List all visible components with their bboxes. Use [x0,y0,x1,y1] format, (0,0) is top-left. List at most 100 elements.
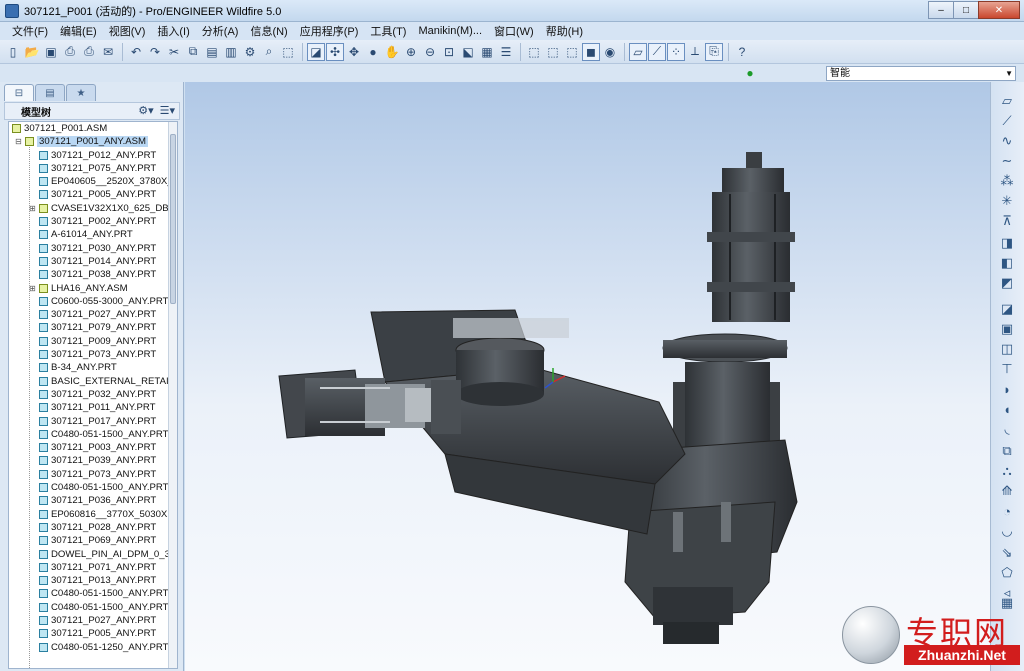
graphics-window[interactable] [185,82,990,671]
spin-center-icon[interactable]: ✣ [326,42,344,61]
draft-icon[interactable]: ◪ [996,300,1018,318]
tree-scrollbar[interactable] [168,122,177,668]
datum-axes-icon[interactable]: ⟋ [648,42,666,61]
tree-item[interactable]: 307121_P027_ANY.PRT [9,308,177,321]
expand-toggle-icon[interactable]: ⊟ [15,135,22,148]
extend-icon[interactable]: ◟ [996,420,1018,438]
zoom-in-icon[interactable]: ⊕ [402,43,420,61]
tree-item[interactable]: 307121_P030_ANY.PRT [9,242,177,255]
tree-item[interactable]: 307121_P003_ANY.PRT [9,441,177,454]
hole-icon[interactable]: ◨ [996,234,1018,252]
tree-item[interactable]: C0480-051-1500_ANY.PRT [9,587,177,600]
tree-item[interactable]: A-61014_ANY.PRT [9,228,177,241]
tab-favorites[interactable]: ★ [66,84,96,101]
tree-item[interactable]: 307121_P075_ANY.PRT [9,162,177,175]
menu-item[interactable]: 帮助(H) [540,23,589,39]
enhanced-realism-icon[interactable]: ◉ [601,43,619,61]
tree-item[interactable]: 307121_P028_ANY.PRT [9,521,177,534]
datum-planes-icon[interactable]: ▱ [629,42,647,61]
tree-item[interactable]: ⊟ 307121_P001_ANY.ASM [9,135,177,148]
merge-surface-icon[interactable]: ⇘ [996,544,1018,562]
tree-item[interactable]: 307121_P039_ANY.PRT [9,454,177,467]
paste-special-icon[interactable]: ▥ [222,43,240,61]
thicken-icon[interactable]: ⟰ [996,482,1018,500]
tree-item[interactable]: 307121_P069_ANY.PRT [9,534,177,547]
tree-item[interactable]: C0480-051-1500_ANY.PRT [9,601,177,614]
whats-this-icon[interactable]: ? [733,43,751,61]
save-icon[interactable]: ▣ [42,43,60,61]
no-hidden-icon[interactable]: ⬚ [563,43,581,61]
round-icon[interactable]: ◧ [996,254,1018,272]
wrap-icon[interactable]: ◡ [996,522,1018,540]
tree-item[interactable]: 307121_P038_ANY.PRT [9,268,177,281]
analysis-icon[interactable]: ⊼ [996,212,1018,230]
repaint-icon[interactable]: ◪ [307,42,325,61]
tree-item[interactable]: 307121_P002_ANY.PRT [9,215,177,228]
tree-item[interactable]: 307121_P005_ANY.PRT [9,188,177,201]
select-box-icon[interactable]: ⬚ [279,43,297,61]
tree-item[interactable]: 307121_P071_ANY.PRT [9,561,177,574]
tree-item[interactable]: ⊞ CVASE1V32X1X0_625_DB15_L [9,202,177,215]
wireframe-icon[interactable]: ⬚ [525,43,543,61]
maximize-button[interactable]: □ [953,1,979,19]
paste-icon[interactable]: ▤ [203,43,221,61]
tree-item[interactable]: B-34_ANY.PRT [9,361,177,374]
zoom-out-icon[interactable]: ⊖ [421,43,439,61]
annotations-icon[interactable]: ⎘ [705,42,723,61]
print-preview-icon[interactable]: ⎙ [80,43,98,61]
tree-item[interactable]: 307121_P032_ANY.PRT [9,388,177,401]
menu-item[interactable]: Manikin(M)... [412,25,488,37]
extend-surface-icon[interactable]: ⬠ [996,564,1018,582]
find-icon[interactable]: ⌕ [260,43,278,61]
datum-curve-icon[interactable]: ∼ [996,152,1018,170]
tree-item[interactable]: 307121_P079_ANY.PRT [9,321,177,334]
tree-item[interactable]: 307121_P027_ANY.PRT [9,614,177,627]
orient-icon[interactable]: ✥ [345,43,363,61]
hidden-line-icon[interactable]: ⬚ [544,43,562,61]
datum-points-icon[interactable]: ⁘ [667,42,685,61]
pattern-icon[interactable]: ⊤ [996,360,1018,378]
datum-point-icon[interactable]: ⁂ [996,172,1018,190]
trim-icon[interactable]: ◔ [996,502,1018,520]
tree-item[interactable]: 307121_P011_ANY.PRT [9,401,177,414]
menu-item[interactable]: 插入(I) [151,23,195,39]
coord-sys-icon[interactable]: ⟂ [686,43,704,61]
email-icon[interactable]: ✉ [99,43,117,61]
undo-icon[interactable]: ↶ [127,43,145,61]
chamfer-icon[interactable]: ◩ [996,274,1018,292]
shading-mode-icon[interactable]: ◼ [582,42,600,61]
expand-toggle-icon[interactable]: ⊞ [29,202,36,215]
tree-item[interactable]: BASIC_EXTERNAL_RETAINING [9,375,177,388]
tree-item[interactable]: EP040605__2520X_3780X_313_ [9,175,177,188]
tree-item[interactable]: 307121_P036_ANY.PRT [9,494,177,507]
menu-item[interactable]: 信息(N) [244,23,293,39]
redo-icon[interactable]: ↷ [146,43,164,61]
merge-icon[interactable]: ◖ [996,400,1018,418]
show-icon[interactable]: ☰▾ [160,104,175,117]
layers-icon[interactable]: ☰ [497,43,515,61]
copy-icon[interactable]: ⧉ [184,43,202,61]
tree-item[interactable]: C0480-051-1500_ANY.PRT [9,428,177,441]
tree-item[interactable]: 307121_P073_ANY.PRT [9,348,177,361]
tree-root[interactable]: 307121_P001.ASM [9,122,177,135]
menu-item[interactable]: 工具(T) [364,23,412,39]
pan-icon[interactable]: ✋ [383,43,401,61]
shell-icon[interactable]: ▣ [996,320,1018,338]
print-icon[interactable]: ⎙ [61,43,79,61]
menu-item[interactable]: 应用程序(P) [294,23,365,39]
datum-plane-icon[interactable]: ▱ [996,92,1018,110]
saved-views-icon[interactable]: ▦ [478,43,496,61]
tree-item[interactable]: 307121_P073_ANY.PRT [9,468,177,481]
tree-item[interactable]: C0480-051-1500_ANY.PRT [9,481,177,494]
settings-icon[interactable]: ⚙▾ [138,104,153,117]
tab-folder-browser[interactable]: ▤ [35,84,65,101]
open-icon[interactable]: 📂 [23,43,41,61]
refit-icon[interactable]: ⊡ [440,43,458,61]
minimize-button[interactable]: – [928,1,954,19]
tree-item[interactable]: DOWEL_PIN_AI_DPM_0_375X1 [9,548,177,561]
scrollbar-thumb[interactable] [170,134,176,304]
menu-item[interactable]: 视图(V) [103,23,152,39]
tree-item[interactable]: ⊞ LHA16_ANY.ASM [9,282,177,295]
reorient-icon[interactable]: ⬕ [459,43,477,61]
tree-item[interactable]: EP060816__3770X_5030X1_00 [9,508,177,521]
